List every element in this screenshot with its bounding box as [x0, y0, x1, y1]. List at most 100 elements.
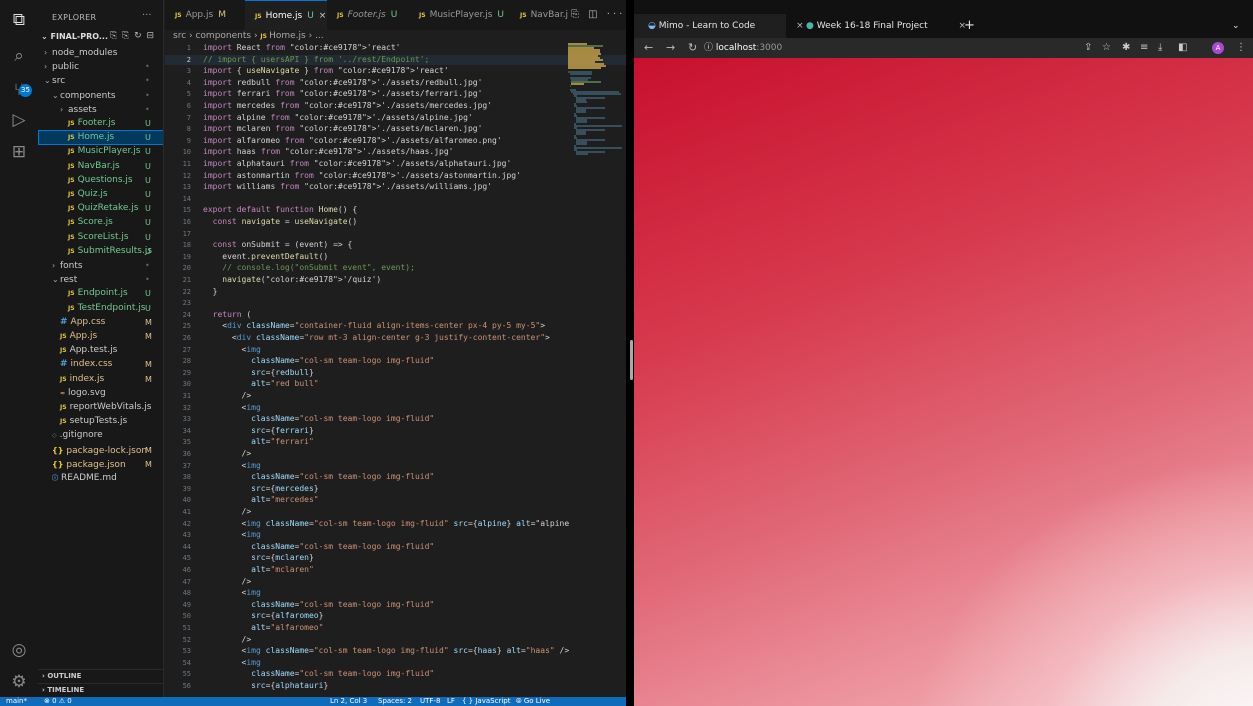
minimap[interactable]: [568, 43, 623, 158]
code-line[interactable]: 38 className="col-sm team-logo img-fluid…: [165, 472, 626, 482]
problems-status[interactable]: ⊗ 0 ⚠ 0: [44, 697, 72, 706]
code-line[interactable]: 40 alt="mercedes": [165, 495, 626, 505]
close-tab-icon[interactable]: ×: [319, 11, 327, 21]
file-tree-item[interactable]: JS QuizRetake.js U: [38, 201, 163, 216]
file-tree-item[interactable]: ≈ logo.svg: [38, 386, 163, 401]
file-tree-item[interactable]: JS Home.js U: [38, 130, 163, 146]
file-tree-item[interactable]: JS App.js M: [38, 329, 163, 344]
code-line[interactable]: 43 <img: [165, 530, 626, 540]
code-line[interactable]: 36 />: [165, 449, 626, 459]
cursor-position[interactable]: Ln 2, Col 3: [330, 697, 367, 706]
file-tree-item[interactable]: › fonts •: [38, 258, 163, 273]
code-line[interactable]: 3 import { useNavigate } from "color:#ce9…: [165, 66, 626, 76]
file-tree-item[interactable]: › public •: [38, 59, 163, 74]
code-line[interactable]: 30 alt="red bull": [165, 379, 626, 389]
code-line[interactable]: 1 import React from "color:#ce9178">'reac…: [165, 43, 626, 53]
code-line[interactable]: 18 const onSubmit = (event) => {: [165, 240, 626, 250]
code-line[interactable]: 11 import alphatauri from "color:#ce9178"…: [165, 159, 626, 169]
code-line[interactable]: 37 <img: [165, 461, 626, 471]
code-line[interactable]: 6 import mercedes from "color:#ce9178">'.…: [165, 101, 626, 111]
file-tree-item[interactable]: JS Quiz.js U: [38, 187, 163, 202]
settings-gear-icon[interactable]: ⚙: [9, 672, 29, 692]
file-tree-item[interactable]: › assets •: [38, 102, 163, 117]
code-line[interactable]: 47 />: [165, 577, 626, 587]
timeline-section[interactable]: › TIMELINE: [38, 683, 163, 696]
code-line[interactable]: 12 import astonmartin from "color:#ce9178…: [165, 171, 626, 181]
code-line[interactable]: 20 // console.log("onSubmit event", even…: [165, 263, 626, 273]
code-line[interactable]: 25 <div className="container-fluid align…: [165, 321, 626, 331]
site-info-icon[interactable]: ⓘ: [704, 43, 713, 53]
profile-avatar[interactable]: A: [1212, 42, 1224, 54]
file-tree-item[interactable]: JS SubmitResults.js U: [38, 244, 163, 259]
reload-icon[interactable]: ↻: [688, 38, 697, 58]
file-tree-item[interactable]: ◇ .gitignore: [38, 428, 163, 443]
file-tree-item[interactable]: {} package.json M: [38, 457, 163, 472]
file-tree-item[interactable]: JS TestEndpoint.js U: [38, 301, 163, 316]
code-line[interactable]: 33 className="col-sm team-logo img-fluid…: [165, 414, 626, 424]
close-tab-icon[interactable]: ×: [796, 21, 804, 31]
code-line[interactable]: 21 navigate("color:#ce9178">'/quiz'): [165, 275, 626, 285]
code-line[interactable]: 22 }: [165, 287, 626, 297]
browser-tab-week16[interactable]: ● Week 16-18 Final Project ×: [806, 14, 966, 38]
branch-status[interactable]: main*: [6, 697, 27, 706]
file-tree-item[interactable]: ⌄rest •: [38, 272, 163, 287]
editor-tab[interactable]: JS Home.js U ×: [245, 0, 327, 30]
share-icon[interactable]: ⇪: [1084, 38, 1092, 58]
code-line[interactable]: 23: [165, 298, 626, 308]
file-tree-item[interactable]: JS Score.js U: [38, 215, 163, 230]
file-tree-item[interactable]: › node_modules: [38, 45, 163, 60]
side-panel-icon[interactable]: ◧: [1178, 38, 1187, 58]
file-tree-item[interactable]: # index.css M: [38, 357, 163, 372]
editor-tab[interactable]: JS NavBar.j: [510, 0, 570, 30]
file-tree-item[interactable]: # App.css M: [38, 315, 163, 330]
download-icon[interactable]: ⤓: [1158, 38, 1162, 58]
file-tree-item[interactable]: JS Footer.js U: [38, 116, 163, 131]
breadcrumb-item[interactable]: ...: [315, 31, 324, 41]
code-line[interactable]: 26 <div className="row mt-3 align-center…: [165, 333, 626, 343]
file-tree-item[interactable]: JS MusicPlayer.js U: [38, 144, 163, 159]
account-icon[interactable]: ◎: [9, 640, 29, 660]
code-line[interactable]: 14: [165, 194, 626, 204]
code-line[interactable]: 39 src={mercedes}: [165, 484, 626, 494]
file-tree-item[interactable]: JS setupTests.js: [38, 414, 163, 429]
file-tree-item[interactable]: JS reportWebVitals.js: [38, 400, 163, 415]
explorer-more-icon[interactable]: ···: [142, 10, 152, 21]
browser-menu-icon[interactable]: ⋮: [1236, 38, 1246, 58]
breadcrumb-item[interactable]: src: [173, 31, 186, 41]
golive-button[interactable]: ⦾ Go Live: [516, 697, 550, 706]
browser-tab-mimo[interactable]: ◒ Mimo - Learn to Code ×: [648, 14, 804, 38]
forward-arrow-icon[interactable]: →: [666, 38, 675, 58]
back-arrow-icon[interactable]: ←: [644, 38, 653, 58]
project-folder-header[interactable]: ⌄ FINAL-PRO... ⎘ ⎘ ↻ ⊟: [38, 29, 163, 44]
eol-status[interactable]: LF: [447, 697, 455, 706]
file-tree-item[interactable]: ⌄src •: [38, 73, 163, 88]
editor-tab[interactable]: JS App.js M: [165, 0, 245, 30]
code-line[interactable]: 13 import williams from "color:#ce9178">'…: [165, 182, 626, 192]
code-line[interactable]: 19 event.preventDefault(): [165, 252, 626, 262]
code-line[interactable]: 46 alt="mclaren": [165, 565, 626, 575]
code-line[interactable]: 45 src={mclaren}: [165, 553, 626, 563]
editor-actions-icon[interactable]: ⎘ ◫ ···: [571, 0, 625, 30]
editor-tab[interactable]: JS MusicPlayer.js U: [409, 0, 510, 30]
code-line[interactable]: 29 src={redbull}: [165, 368, 626, 378]
encoding-status[interactable]: UTF-8: [420, 697, 440, 706]
bookmark-star-icon[interactable]: ☆: [1102, 38, 1111, 58]
code-line[interactable]: 15 export default function Home() {: [165, 205, 626, 215]
code-line[interactable]: 9 import alfaromeo from "color:#ce9178">'…: [165, 136, 626, 146]
code-line[interactable]: 2 // import { usersAPI } from '../rest/En…: [165, 54, 626, 65]
code-line[interactable]: 7 import alpine from "color:#ce9178">'./a…: [165, 113, 626, 123]
code-line[interactable]: 10 import haas from "color:#ce9178">'./as…: [165, 147, 626, 157]
extensions-icon[interactable]: ⊞: [9, 142, 29, 162]
file-tree-item[interactable]: JS ScoreList.js U: [38, 230, 163, 245]
code-line[interactable]: 49 className="col-sm team-logo img-fluid…: [165, 600, 626, 610]
code-line[interactable]: 35 alt="ferrari": [165, 437, 626, 447]
code-line[interactable]: 54 <img: [165, 658, 626, 668]
indent-status[interactable]: Spaces: 2: [378, 697, 412, 706]
code-line[interactable]: 50 src={alfaromeo}: [165, 611, 626, 621]
file-tree-item[interactable]: JS Endpoint.js U: [38, 286, 163, 301]
extensions-puzzle-icon[interactable]: ✱: [1122, 38, 1130, 58]
file-tree-item[interactable]: ⌄components •: [38, 88, 163, 103]
tab-search-icon[interactable]: ⌄: [1232, 14, 1240, 38]
code-line[interactable]: 53 <img className="col-sm team-logo img-…: [165, 646, 626, 656]
run-debug-icon[interactable]: ▷: [9, 110, 29, 130]
